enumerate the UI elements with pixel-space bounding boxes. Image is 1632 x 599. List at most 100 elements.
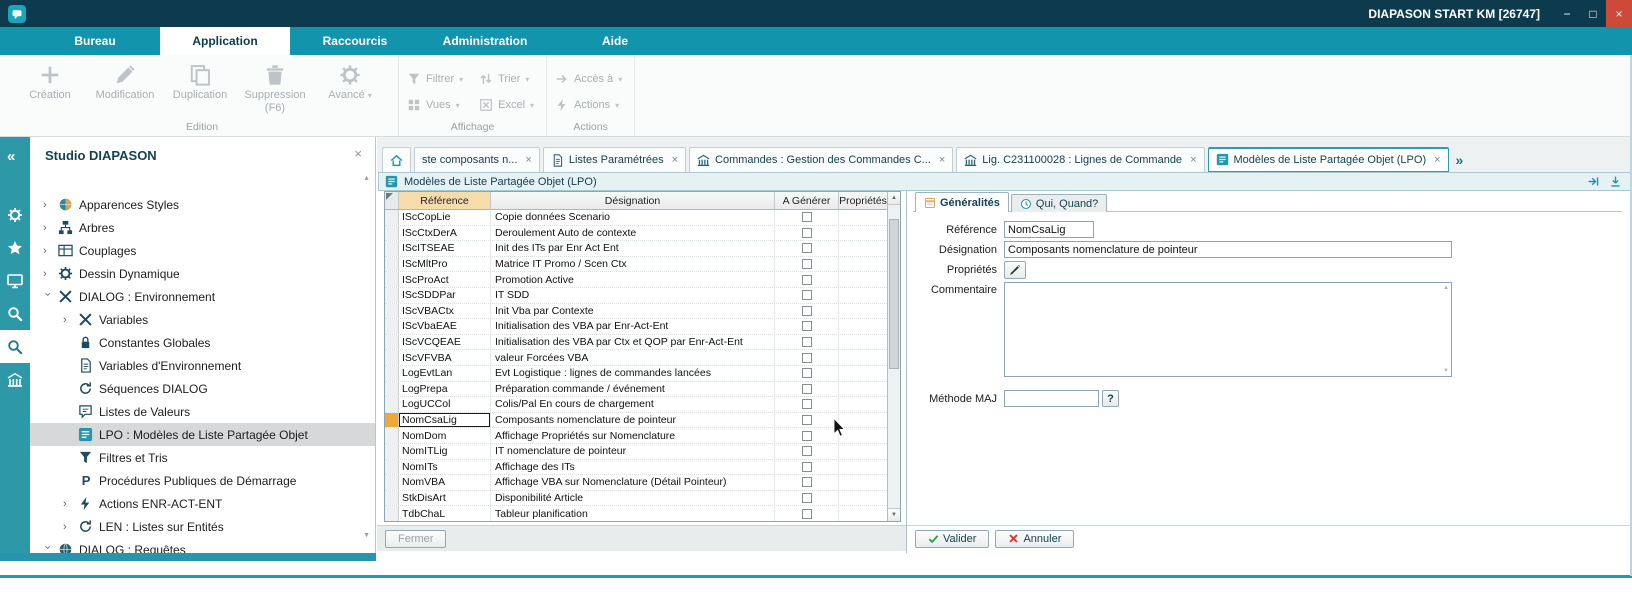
table-row[interactable]: IScITSEAEInit des ITs par Enr Act Ent [385, 241, 887, 257]
search-button[interactable] [0, 297, 30, 330]
sidebar-item-arbres[interactable]: ›Arbres [30, 216, 375, 239]
table-row[interactable]: IScMltProMatrice IT Promo / Scen Ctx [385, 257, 887, 273]
menu-bureau[interactable]: Bureau [30, 27, 160, 55]
favorites-button[interactable] [0, 231, 30, 264]
generate-checkbox[interactable] [802, 212, 812, 222]
sidebar-item-dessin-dynamique[interactable]: ›Dessin Dynamique [30, 262, 375, 285]
reference-input[interactable] [1004, 221, 1094, 238]
studio-search-button[interactable] [0, 330, 30, 363]
select-all-corner[interactable] [385, 192, 399, 210]
tab-commandes-gestion-des-commandes-c[interactable]: Commandes : Gestion des Commandes C...× [689, 147, 953, 172]
ribbon-vues-button[interactable]: Vues▾ [407, 94, 463, 116]
table-scrollbar[interactable]: ▲ ▼ [887, 192, 900, 521]
methode-maj-input[interactable] [1004, 390, 1099, 407]
scroll-down-icon[interactable]: ▼ [888, 508, 900, 521]
sidebar-item-len-listes-sur-entit-s[interactable]: ›LEN : Listes sur Entités [30, 515, 375, 538]
close-button[interactable]: × [1606, 0, 1632, 27]
table-row[interactable]: IScSDDParIT SDD [385, 288, 887, 304]
table-row[interactable]: NomITsAffichage des ITs [385, 460, 887, 476]
table-row[interactable]: IScVFVBAvaleur Forcées VBA [385, 350, 887, 366]
generate-checkbox[interactable] [802, 431, 812, 441]
table-row[interactable]: IScCtxDerADeroulement Auto de contexte [385, 226, 887, 242]
ribbon-actions-button[interactable]: Actions▾ [555, 94, 622, 116]
comment-textarea[interactable]: ▲ ▼ [1004, 282, 1452, 377]
minimize-button[interactable]: − [1554, 0, 1580, 27]
sidebar-item-lpo-mod-les-de-liste-partag-e-objet[interactable]: LPO : Modèles de Liste Partagée Objet [30, 423, 375, 446]
sidebar-item-variables-d-environnement[interactable]: Variables d'Environnement [30, 354, 375, 377]
generate-checkbox[interactable] [802, 321, 812, 331]
tab-listes-param-tr-es[interactable]: Listes Paramétrées× [543, 147, 686, 172]
tab-home[interactable] [382, 147, 411, 172]
generate-checkbox[interactable] [802, 477, 812, 487]
goto-last-icon[interactable] [1587, 175, 1600, 188]
table-row[interactable]: IScProActPromotion Active [385, 272, 887, 288]
table-row[interactable]: IScCopLieCopie données Scenario [385, 210, 887, 226]
table-row[interactable]: LogPrepaPréparation commande / événement [385, 382, 887, 398]
sidebar-item-constantes-globales[interactable]: Constantes Globales [30, 331, 375, 354]
menu-application[interactable]: Application [160, 27, 290, 55]
ribbon-trier-button[interactable]: Trier▾ [479, 68, 534, 90]
menu-aide[interactable]: Aide [550, 27, 680, 55]
fermer-button[interactable]: Fermer [385, 530, 446, 548]
methode-maj-help-button[interactable]: ? [1102, 390, 1119, 407]
sidebar-item-dialog-requ-tes[interactable]: ›DIALOG : Requêtes [30, 538, 375, 553]
settings-button[interactable] [0, 198, 30, 231]
designation-input[interactable] [1004, 241, 1452, 258]
ribbon-suppression-f6-button[interactable]: Suppression (F6) [239, 60, 311, 114]
table-row[interactable]: NomVBAAffichage VBA sur Nomenclature (Dé… [385, 475, 887, 491]
menu-raccourcis[interactable]: Raccourcis [290, 27, 420, 55]
ribbon-duplication-button[interactable]: Duplication [164, 60, 236, 114]
generate-checkbox[interactable] [802, 462, 812, 472]
table-row[interactable]: IScVbaEAEInitialisation des VBA par Enr-… [385, 319, 887, 335]
chevron-down-icon[interactable]: › [42, 292, 54, 305]
tab-close-icon[interactable]: × [1434, 154, 1440, 166]
generate-checkbox[interactable] [802, 384, 812, 394]
generate-checkbox[interactable] [802, 337, 812, 347]
generate-checkbox[interactable] [802, 509, 812, 519]
ribbon-filtrer-button[interactable]: Filtrer▾ [407, 68, 463, 90]
generate-checkbox[interactable] [802, 259, 812, 269]
tab-close-icon[interactable]: × [672, 154, 678, 166]
generate-checkbox[interactable] [802, 353, 812, 363]
table-row[interactable]: LogEvtLanEvt Logistique : lignes de comm… [385, 366, 887, 382]
column-header-a-generer[interactable]: A Générer [775, 192, 839, 210]
valider-button[interactable]: Valider [915, 530, 989, 548]
generate-checkbox[interactable] [802, 275, 812, 285]
tab-close-icon[interactable]: × [1190, 154, 1196, 166]
tree-scroll-down-icon[interactable]: ▼ [363, 532, 370, 539]
scrollbar-track[interactable] [888, 369, 900, 508]
generate-checkbox[interactable] [802, 368, 812, 378]
table-row[interactable]: LogUCColColis/Pal En cours de chargement [385, 397, 887, 413]
chevron-right-icon[interactable]: › [43, 222, 56, 234]
collapse-sidebar-button[interactable]: « [0, 140, 30, 173]
sidebar-item-actions-enr-act-ent[interactable]: ›Actions ENR-ACT-ENT [30, 492, 375, 515]
column-header-reference[interactable]: Référence [399, 192, 491, 210]
table-row[interactable]: NomITLigIT nomenclature de pointeur [385, 444, 887, 460]
chevron-right-icon[interactable]: › [63, 498, 76, 510]
table-row[interactable]: StkDisArtDisponibilité Article [385, 491, 887, 507]
menu-administration[interactable]: Administration [420, 27, 550, 55]
tab-lig-c231100028-lignes-de-commande[interactable]: Lig. C231100028 : Lignes de Commande× [956, 147, 1204, 172]
generate-checkbox[interactable] [802, 493, 812, 503]
column-header-proprietes[interactable]: Propriétés [839, 192, 887, 210]
organization-button[interactable] [0, 363, 30, 396]
ribbon-modification-button[interactable]: Modification [89, 60, 161, 114]
sidebar-close-icon[interactable]: × [354, 146, 362, 161]
chevron-right-icon[interactable]: › [43, 268, 56, 280]
screens-button[interactable] [0, 264, 30, 297]
generate-checkbox[interactable] [802, 446, 812, 456]
sidebar-item-apparences-styles[interactable]: ›Apparences Styles [30, 193, 375, 216]
sidebar-item-listes-de-valeurs[interactable]: Listes de Valeurs [30, 400, 375, 423]
properties-button[interactable] [1004, 261, 1026, 279]
chevron-right-icon[interactable]: › [43, 199, 56, 211]
sidebar-item-proc-dures-publiques-de-d-marrage[interactable]: PProcédures Publiques de Démarrage [30, 469, 375, 492]
generate-checkbox[interactable] [802, 228, 812, 238]
ribbon-acc-s-button[interactable]: Accès à▾ [555, 68, 622, 90]
tab-generalites[interactable]: Généralités [915, 192, 1009, 212]
tree-scroll-up-icon[interactable]: ▲ [363, 175, 370, 182]
chevron-right-icon[interactable]: › [63, 521, 76, 533]
comment-scroll-down-icon[interactable]: ▼ [1443, 368, 1449, 374]
chevron-right-icon[interactable]: › [63, 314, 76, 326]
ribbon-excel-button[interactable]: Excel▾ [479, 94, 534, 116]
table-row[interactable]: IScVCQEAEInitialisation des VBA par Ctx … [385, 335, 887, 351]
